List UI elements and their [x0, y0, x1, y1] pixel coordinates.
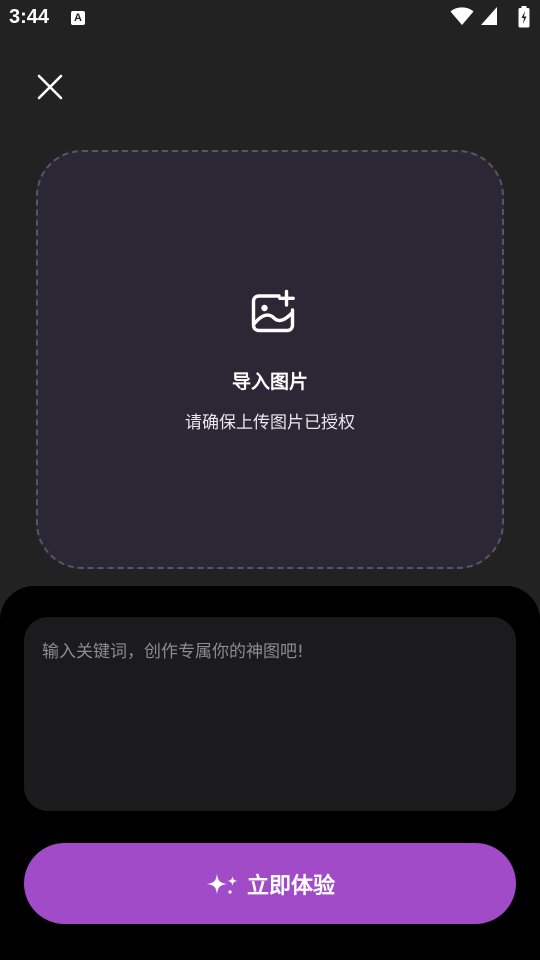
- image-add-icon: [251, 289, 295, 333]
- bottom-panel: 输入关键词，创作专属你的神图吧! 立即体验: [0, 586, 540, 960]
- status-bar: 3:44 A: [0, 0, 540, 36]
- prompt-placeholder: 输入关键词，创作专属你的神图吧!: [42, 642, 304, 662]
- import-subtitle: 请确保上传图片已授权: [185, 413, 355, 433]
- import-image-area[interactable]: 导入图片 请确保上传图片已授权: [36, 150, 504, 569]
- battery-icon: [518, 6, 530, 28]
- cellular-signal-icon: [481, 7, 497, 25]
- status-time: 3:44: [9, 6, 50, 28]
- close-button[interactable]: [30, 67, 70, 107]
- try-now-button[interactable]: 立即体验: [24, 843, 516, 924]
- import-title: 导入图片: [231, 371, 308, 393]
- try-now-label: 立即体验: [246, 873, 335, 899]
- sparkle-icon: [206, 873, 238, 894]
- wifi-icon: [450, 7, 474, 25]
- prompt-input[interactable]: 输入关键词，创作专属你的神图吧!: [24, 617, 516, 811]
- close-icon: [37, 74, 63, 100]
- notification-icon: A: [71, 11, 85, 25]
